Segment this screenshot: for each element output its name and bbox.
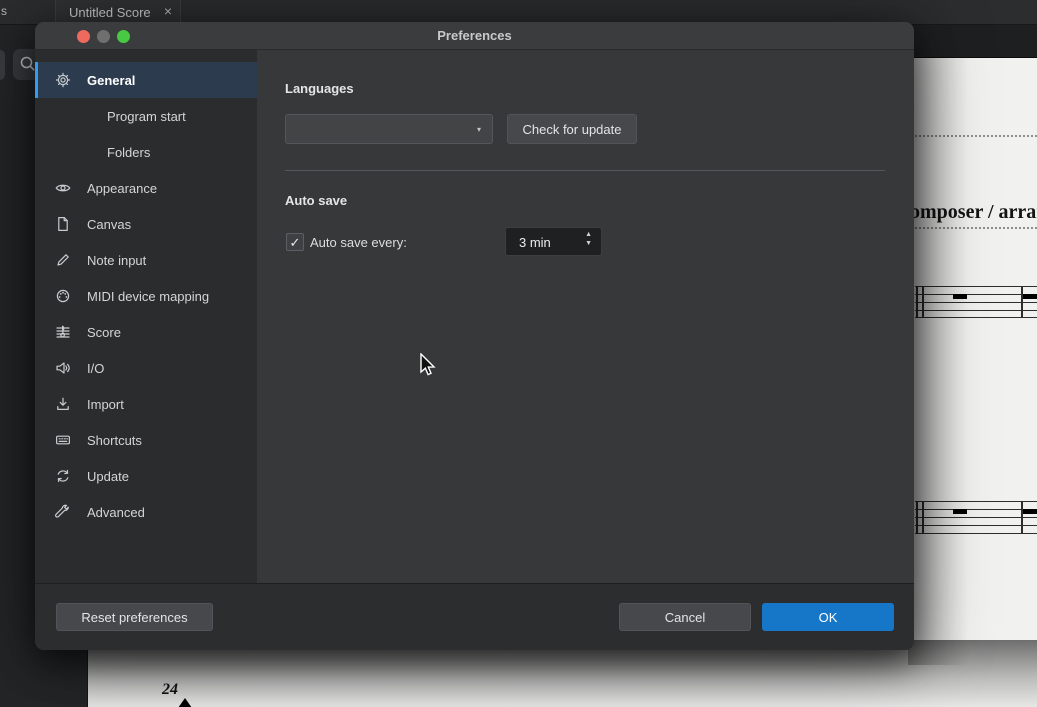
autosave-interval-stepper[interactable]: 3 min ▲ ▼ (505, 227, 602, 256)
sidebar-item-label: Update (87, 469, 129, 484)
sidebar-item-label: MIDI device mapping (87, 289, 209, 304)
dialog-sidebar-list: General Program start Folders Appearance Can… (35, 50, 257, 583)
autosave-heading: Auto save (285, 193, 347, 208)
barline (922, 286, 924, 318)
whole-rest[interactable] (953, 509, 967, 514)
sidebar-item-label: Score (87, 325, 121, 340)
autosave-checkbox[interactable]: ✓ (286, 233, 304, 251)
stepper-down-icon[interactable]: ▼ (585, 240, 592, 247)
sidebar-item-advanced[interactable]: Advanced (35, 494, 257, 530)
sidebar-item-update[interactable]: Update (35, 458, 257, 494)
composer-placeholder-text[interactable]: omposer / arran (910, 201, 1037, 224)
sidebar-item-label: Canvas (87, 217, 131, 232)
barline (916, 286, 918, 318)
speaker-icon (55, 360, 71, 376)
staff-system-2[interactable] (915, 501, 1037, 534)
dialog-titlebar[interactable]: Preferences (35, 22, 914, 50)
score-icon (55, 324, 71, 340)
midi-icon (55, 288, 71, 304)
sidebar-item-label: Advanced (87, 505, 145, 520)
sidebar-item-note-input[interactable]: Note input (35, 242, 257, 278)
stepper-up-icon[interactable]: ▲ (585, 231, 592, 238)
chevron-down-icon: ▾ (477, 125, 481, 134)
sidebar-item-label: Appearance (87, 181, 157, 196)
barline (916, 501, 918, 534)
check-for-update-button[interactable]: Check for update (507, 114, 637, 144)
import-icon (55, 396, 71, 412)
section-divider (285, 170, 885, 171)
sidebar-item-appearance[interactable]: Appearance (35, 170, 257, 206)
staff-system-1[interactable] (915, 286, 1037, 318)
sidebar-item-label: Import (87, 397, 124, 412)
sidebar-item-label: General (87, 73, 135, 88)
sidebar-item-shortcuts[interactable]: Shortcuts (35, 422, 257, 458)
sidebar-item-label: Shortcuts (87, 433, 142, 448)
keyboard-icon (55, 432, 71, 448)
sidebar-item-midi-device-mapping[interactable]: MIDI device mapping (35, 278, 257, 314)
sidebar-item-label: Program start (107, 109, 186, 124)
dialog-content: Languages ▾ Check for update Auto save ✓… (257, 50, 914, 583)
dialog-title: Preferences (35, 28, 914, 43)
gear-icon (55, 72, 71, 88)
tab-label: Untitled Score (69, 5, 151, 20)
composer-dashed-underline (908, 227, 1037, 229)
sidebar-item-i-o[interactable]: I/O (35, 350, 257, 386)
ok-button[interactable]: OK (762, 603, 894, 631)
cancel-button[interactable]: Cancel (619, 603, 751, 631)
sidebar-item-label: Folders (107, 145, 150, 160)
dialog-footer: Reset preferences Cancel OK (35, 583, 914, 650)
sidebar-item-score[interactable]: Score (35, 314, 257, 350)
sidebar-item-label: Note input (87, 253, 146, 268)
barline (1021, 286, 1023, 318)
autosave-interval-value: 3 min (519, 235, 551, 250)
sidebar-item-canvas[interactable]: Canvas (35, 206, 257, 242)
barline (922, 501, 924, 534)
languages-heading: Languages (285, 81, 354, 96)
update-icon (55, 468, 71, 484)
autosave-label: Auto save every: (310, 235, 407, 250)
screen: omposer / arran 24 (0, 0, 1037, 707)
wrench-icon (55, 504, 71, 520)
title-frame-dashed-border (908, 135, 1037, 137)
barline (1021, 501, 1023, 534)
sidebar-item-label: I/O (87, 361, 104, 376)
page-icon (55, 216, 71, 232)
language-dropdown[interactable]: ▾ (285, 114, 493, 144)
whole-rest[interactable] (1023, 509, 1037, 514)
note-symbol-partial (178, 698, 192, 707)
sidebar-item-folders[interactable]: Folders (35, 134, 257, 170)
eye-icon (55, 180, 71, 196)
whole-rest[interactable] (953, 294, 967, 299)
sidebar-item-general[interactable]: General (35, 62, 257, 98)
preferences-dialog: Preferences General Program start Folders A… (35, 22, 914, 650)
sidebar-item-import[interactable]: Import (35, 386, 257, 422)
reset-preferences-button[interactable]: Reset preferences (56, 603, 213, 631)
checkmark-icon: ✓ (290, 236, 301, 249)
sidebar-item-program-start[interactable]: Program start (35, 98, 257, 134)
panel-button-partial[interactable] (0, 50, 5, 80)
pencil-icon (55, 252, 71, 268)
dialog-shadow-bottom (88, 640, 1037, 707)
measure-number: 24 (162, 681, 178, 699)
tab-partial-text[interactable]: s (1, 4, 7, 18)
dialog-shadow-right (908, 25, 968, 665)
whole-rest[interactable] (1023, 294, 1037, 299)
tab-close-icon[interactable]: × (164, 3, 172, 19)
